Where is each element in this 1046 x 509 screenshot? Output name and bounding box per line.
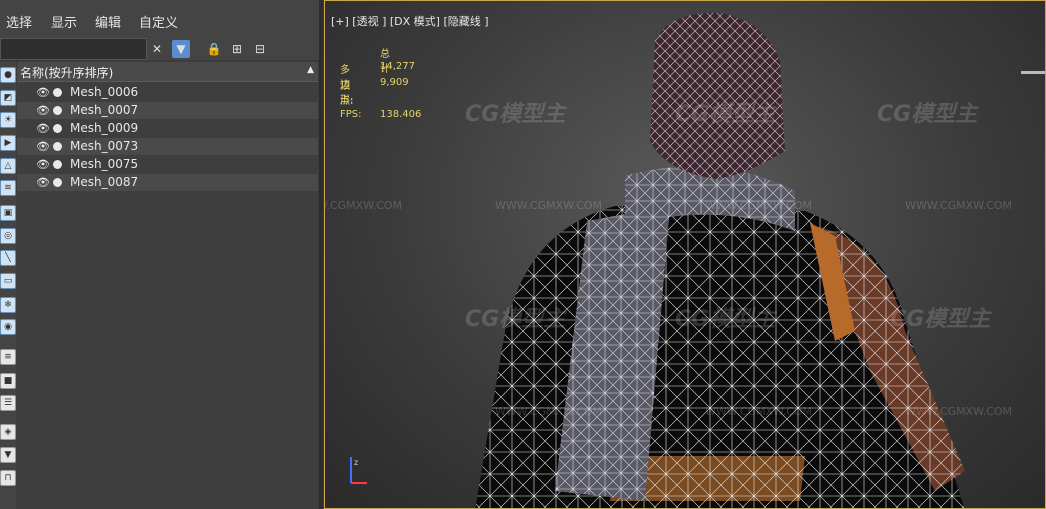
helper-filter-icon[interactable]: △ bbox=[0, 158, 16, 174]
geometry-filter-icon[interactable]: ● bbox=[0, 67, 16, 83]
shape-filter-icon[interactable]: ◩ bbox=[0, 90, 16, 106]
menu-bar: 选择 显示 编辑 自定义 bbox=[0, 0, 320, 38]
xref-filter-icon[interactable]: ◎ bbox=[0, 228, 16, 244]
visibility-eye-icon[interactable]: 👁 bbox=[36, 140, 50, 153]
watermark-logo: CG模型主 bbox=[675, 102, 776, 127]
watermark-logo: CG模型主 bbox=[675, 307, 776, 332]
frozen-filter-icon[interactable]: ❄ bbox=[0, 297, 16, 313]
perspective-viewport[interactable]: [+] [透视 ] [DX 模式] [隐藏线 ] 总计 多边形: 14,277 顶… bbox=[324, 0, 1046, 509]
hierarchy-alt-icon[interactable]: ⊟ bbox=[251, 40, 269, 58]
spacewarp-filter-icon[interactable]: ≋ bbox=[0, 180, 16, 196]
select-set-icon[interactable]: ⊓ bbox=[0, 470, 16, 486]
column-header-label: 名称(按升序排序) bbox=[20, 66, 114, 80]
watermark-url: WWW.CGMXW.COM bbox=[905, 199, 1013, 212]
render-dot-icon[interactable] bbox=[53, 88, 62, 97]
viewcube-icon[interactable] bbox=[1021, 61, 1045, 81]
render-dot-icon[interactable] bbox=[53, 124, 62, 133]
watermark-logo: CG模型主 bbox=[465, 307, 566, 332]
list-item[interactable]: 👁 Mesh_0006 bbox=[17, 84, 318, 101]
layer-list-icon[interactable]: ☰ bbox=[0, 395, 16, 411]
menu-select[interactable]: 选择 bbox=[6, 12, 32, 31]
camera-filter-icon[interactable]: ▶ bbox=[0, 135, 16, 151]
search-input[interactable] bbox=[0, 38, 147, 60]
watermark-url: WWW.CGMXW.COM bbox=[705, 199, 813, 212]
render-dot-icon[interactable] bbox=[53, 178, 62, 187]
list-item[interactable]: 👁 Mesh_0087 bbox=[17, 174, 318, 191]
hierarchy-icon[interactable]: ⊞ bbox=[228, 40, 246, 58]
sort-ascending-icon: ▲ bbox=[307, 65, 314, 75]
list-item-label: Mesh_0009 bbox=[70, 121, 139, 135]
square-icon[interactable]: ■ bbox=[0, 373, 16, 389]
container-filter-icon[interactable]: ▭ bbox=[0, 273, 16, 289]
list-item[interactable]: 👁 Mesh_0007 bbox=[17, 102, 318, 119]
render-dot-icon[interactable] bbox=[53, 160, 62, 169]
render-dot-icon[interactable] bbox=[53, 142, 62, 151]
visibility-eye-icon[interactable]: 👁 bbox=[36, 104, 50, 117]
clear-search-icon[interactable]: ✕ bbox=[148, 40, 166, 58]
panel-divider[interactable] bbox=[319, 0, 323, 509]
menu-edit[interactable]: 编辑 bbox=[95, 12, 121, 31]
svg-text:z: z bbox=[354, 458, 358, 467]
visibility-eye-icon[interactable]: 👁 bbox=[36, 86, 50, 99]
watermark-url: WWW.CGMXW.COM bbox=[325, 199, 403, 212]
watermark-url: WWW.CGMXW.COM bbox=[495, 199, 603, 212]
watermark-logo: CG模型主 bbox=[877, 102, 978, 127]
layer-icon[interactable]: ◈ bbox=[0, 424, 16, 440]
watermark-url: WWW.CGMXW.COM bbox=[705, 405, 813, 418]
axis-gizmo-icon: z bbox=[350, 457, 367, 484]
list-item-label: Mesh_0073 bbox=[70, 139, 139, 153]
list-item-label: Mesh_0007 bbox=[70, 103, 139, 117]
menu-customize[interactable]: 自定义 bbox=[139, 12, 178, 31]
list-icon[interactable]: ≡ bbox=[0, 349, 16, 365]
lock-icon[interactable]: 🔒 bbox=[205, 40, 223, 58]
watermark-url: WWW.CGMXW.COM bbox=[495, 405, 603, 418]
group-filter-icon[interactable]: ▣ bbox=[0, 205, 16, 221]
funnel-icon[interactable]: ▼ bbox=[0, 447, 16, 463]
light-filter-icon[interactable]: ☀ bbox=[0, 112, 16, 128]
watermark-logo: CG模型主 bbox=[890, 307, 991, 332]
visibility-eye-icon[interactable]: 👁 bbox=[36, 176, 50, 189]
visibility-eye-icon[interactable]: 👁 bbox=[36, 122, 50, 135]
watermark-url: WWW.CGMXW.COM bbox=[905, 405, 1013, 418]
list-item[interactable]: 👁 Mesh_0073 bbox=[17, 138, 318, 155]
wireframe-character bbox=[475, 12, 965, 508]
list-item-label: Mesh_0087 bbox=[70, 175, 139, 189]
watermark-logo: CG模型主 bbox=[465, 102, 566, 127]
list-item-label: Mesh_0075 bbox=[70, 157, 139, 171]
list-item[interactable]: 👁 Mesh_0075 bbox=[17, 156, 318, 173]
hidden-filter-icon[interactable]: ◉ bbox=[0, 319, 16, 335]
bone-filter-icon[interactable]: ╲ bbox=[0, 250, 16, 266]
list-item[interactable]: 👁 Mesh_0009 bbox=[17, 120, 318, 137]
render-dot-icon[interactable] bbox=[53, 106, 62, 115]
visibility-eye-icon[interactable]: 👁 bbox=[36, 158, 50, 171]
menu-display[interactable]: 显示 bbox=[51, 12, 77, 31]
list-item-label: Mesh_0006 bbox=[70, 85, 139, 99]
name-column-header[interactable]: 名称(按升序排序) ▲ bbox=[17, 62, 318, 82]
filter-icon[interactable]: ▼ bbox=[172, 40, 190, 58]
